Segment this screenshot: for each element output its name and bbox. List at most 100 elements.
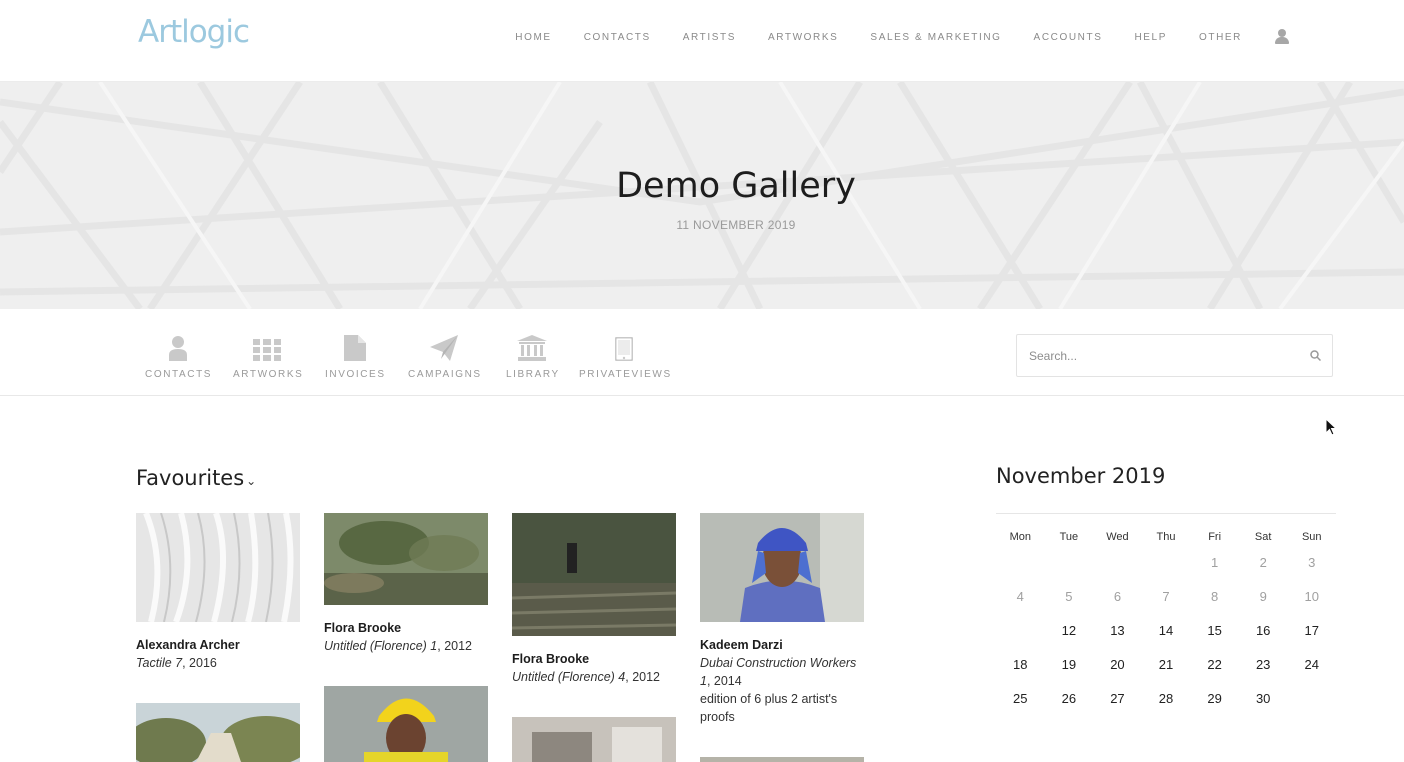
calendar-day[interactable]: 21 xyxy=(1142,647,1191,683)
user-icon[interactable] xyxy=(1274,29,1290,45)
calendar-day[interactable]: 12 xyxy=(1045,613,1094,649)
artist-name: Flora Brooke xyxy=(324,621,402,635)
calendar-title: November 2019 xyxy=(996,464,1166,488)
library-icon xyxy=(506,333,558,361)
quick-link-library[interactable]: LIBRARY xyxy=(506,333,558,380)
calendar-day xyxy=(996,545,1045,581)
calendar-day[interactable]: 9 xyxy=(1239,579,1288,615)
artwork-thumbnail[interactable] xyxy=(512,717,676,762)
favourites-heading[interactable]: Favourites ⌄ xyxy=(136,466,256,490)
tablet-icon xyxy=(579,333,668,361)
artist-name: Flora Brooke xyxy=(512,652,590,666)
current-date: 11 NOVEMBER 2019 xyxy=(676,218,796,232)
calendar-week: 4 5 6 7 8 9 10 xyxy=(996,579,1336,615)
calendar-day xyxy=(1142,545,1191,581)
chevron-down-icon: ⌄ xyxy=(246,474,257,488)
nav-artists[interactable]: ARTISTS xyxy=(683,32,736,43)
hero-banner: Demo Gallery 11 NOVEMBER 2019 xyxy=(0,82,1404,309)
nav-sales-marketing[interactable]: SALES & MARKETING xyxy=(870,32,1001,43)
artwork-title: Untitled (Florence) 4, 2012 xyxy=(512,670,661,684)
calendar-day-today[interactable]: 11 xyxy=(996,613,1045,649)
calendar-day[interactable]: 17 xyxy=(1287,613,1336,649)
artist-name: Kadeem Darzi xyxy=(700,638,783,652)
search-icon[interactable] xyxy=(1310,350,1321,361)
main-nav: HOME CONTACTS ARTISTS ARTWORKS SALES & M… xyxy=(483,29,1290,45)
artwork-thumbnail[interactable] xyxy=(136,703,300,762)
quick-link-campaigns[interactable]: CAMPAIGNS xyxy=(408,333,480,380)
calendar-day[interactable]: 28 xyxy=(1142,681,1191,717)
calendar-day[interactable]: 24 xyxy=(1287,647,1336,683)
nav-accounts[interactable]: ACCOUNTS xyxy=(1034,32,1103,43)
favourite-card[interactable]: Flora Brooke Untitled (Florence) 1, 2012 xyxy=(324,513,488,655)
nav-help[interactable]: HELP xyxy=(1134,32,1167,43)
quick-link-contacts[interactable]: CONTACTS xyxy=(145,333,211,380)
document-icon xyxy=(325,333,385,361)
calendar-weekdays: Mon Tue Wed Thu Fri Sat Sun xyxy=(1009,531,1322,543)
calendar-day xyxy=(1045,545,1094,581)
artist-name: Alexandra Archer xyxy=(136,638,240,652)
calendar-day[interactable]: 4 xyxy=(996,579,1045,615)
quick-link-artworks[interactable]: ARTWORKS xyxy=(233,333,302,380)
nav-contacts[interactable]: CONTACTS xyxy=(584,32,651,43)
calendar-week: 1 2 3 xyxy=(996,545,1336,581)
nav-home[interactable]: HOME xyxy=(515,32,551,43)
calendar-day[interactable]: 22 xyxy=(1190,647,1239,683)
artwork-thumbnail[interactable] xyxy=(324,513,488,605)
calendar-day[interactable]: 7 xyxy=(1142,579,1191,615)
grid-icon xyxy=(233,333,301,361)
calendar-day[interactable]: 26 xyxy=(1045,681,1094,717)
calendar-day[interactable]: 10 xyxy=(1287,579,1336,615)
artlogic-logo[interactable]: Artlogic xyxy=(138,14,250,50)
calendar-day[interactable]: 18 xyxy=(996,647,1045,683)
calendar-day[interactable]: 19 xyxy=(1045,647,1094,683)
artwork-thumbnail[interactable] xyxy=(512,513,676,636)
artwork-title: Tactile 7, 2016 xyxy=(136,656,217,670)
calendar-day[interactable]: 6 xyxy=(1093,579,1142,615)
calendar-day[interactable]: 14 xyxy=(1142,613,1191,649)
favourite-card[interactable]: Kadeem Darzi Dubai Construction Workers … xyxy=(700,513,864,726)
favourite-card[interactable] xyxy=(700,757,864,762)
favourite-card[interactable] xyxy=(324,686,488,762)
calendar-week: 18 19 20 21 22 23 24 xyxy=(996,647,1336,683)
calendar-day[interactable]: 30 xyxy=(1239,681,1288,717)
favourite-card[interactable]: Alexandra Archer Tactile 7, 2016 xyxy=(136,513,300,672)
quick-link-privateviews[interactable]: PRIVATEVIEWS xyxy=(579,333,670,380)
artwork-title: Untitled (Florence) 1, 2012 xyxy=(324,639,473,653)
artwork-thumbnail[interactable] xyxy=(700,757,864,762)
calendar-day xyxy=(1287,681,1336,717)
artwork-thumbnail[interactable] xyxy=(136,513,300,622)
calendar-day[interactable]: 29 xyxy=(1190,681,1239,717)
calendar-day[interactable]: 20 xyxy=(1093,647,1142,683)
favourite-card[interactable] xyxy=(136,703,300,762)
calendar-day[interactable]: 15 xyxy=(1190,613,1239,649)
calendar-day[interactable]: 25 xyxy=(996,681,1045,717)
calendar-day[interactable]: 1 xyxy=(1190,545,1239,581)
page-title: Demo Gallery xyxy=(616,166,856,206)
quick-links-bar: CONTACTS ARTWORKS INVOICES CAMPAIGNS LIB… xyxy=(0,309,1404,396)
calendar-day[interactable]: 3 xyxy=(1287,545,1336,581)
search-input[interactable] xyxy=(1017,335,1287,376)
artwork-title: Dubai Construction Workers 1, 2014 xyxy=(700,656,857,688)
calendar-day[interactable]: 5 xyxy=(1045,579,1094,615)
person-icon xyxy=(145,333,211,361)
search-box xyxy=(1016,334,1333,377)
artwork-thumbnail[interactable] xyxy=(700,513,864,622)
favourite-card[interactable] xyxy=(512,717,676,762)
calendar-day[interactable]: 8 xyxy=(1190,579,1239,615)
calendar-day[interactable]: 27 xyxy=(1093,681,1142,717)
artwork-edition: edition of 6 plus 2 artist's proofs xyxy=(700,692,838,724)
calendar-week: 25 26 27 28 29 30 xyxy=(996,681,1336,717)
calendar-day[interactable]: 13 xyxy=(1093,613,1142,649)
quick-link-invoices[interactable]: INVOICES xyxy=(325,333,385,380)
calendar-day[interactable]: 2 xyxy=(1239,545,1288,581)
calendar-day[interactable]: 16 xyxy=(1239,613,1288,649)
calendar-day[interactable]: 23 xyxy=(1239,647,1288,683)
paper-plane-icon xyxy=(408,333,480,361)
nav-other[interactable]: OTHER xyxy=(1199,32,1242,43)
calendar-week: 11 12 13 14 15 16 17 xyxy=(996,613,1336,649)
nav-artworks[interactable]: ARTWORKS xyxy=(768,32,838,43)
artwork-thumbnail[interactable] xyxy=(324,686,488,762)
top-navbar: Artlogic HOME CONTACTS ARTISTS ARTWORKS … xyxy=(0,0,1404,82)
calendar-day xyxy=(1093,545,1142,581)
favourite-card[interactable]: Flora Brooke Untitled (Florence) 4, 2012 xyxy=(512,513,676,686)
